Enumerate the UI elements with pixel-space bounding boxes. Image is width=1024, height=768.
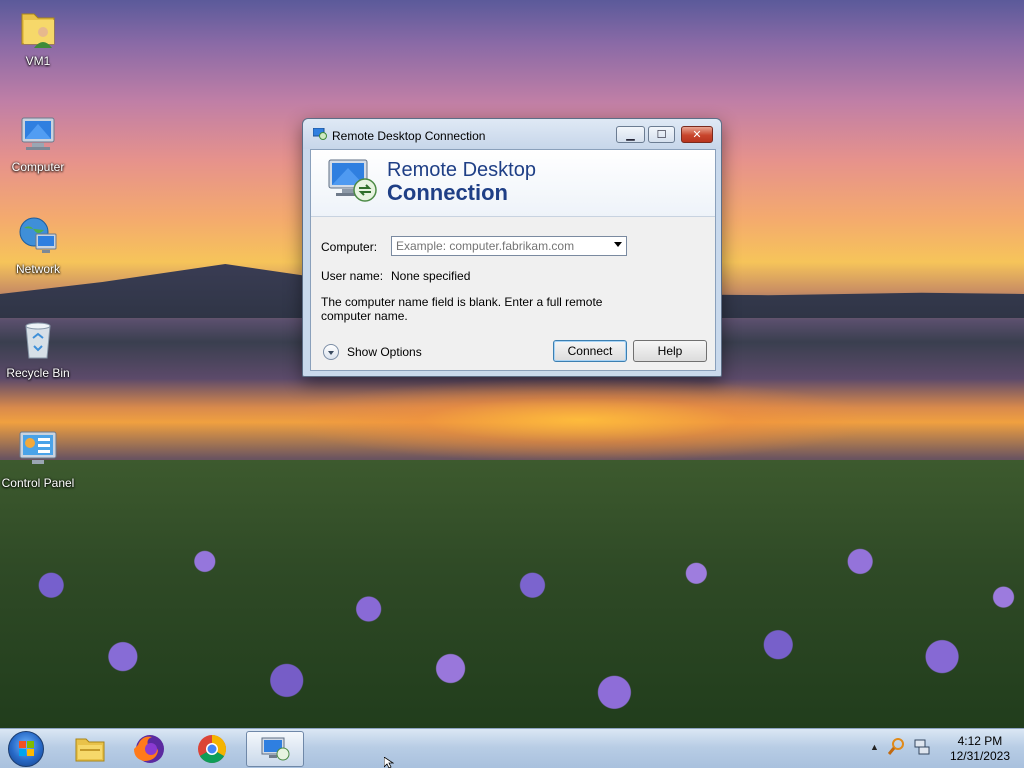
username-value: None specified (391, 269, 471, 283)
show-options-label: Show Options (347, 345, 422, 359)
dialog-banner: Remote Desktop Connection (311, 150, 715, 217)
connect-button[interactable]: Connect (553, 340, 627, 362)
dialog-client-area: Remote Desktop Connection Computer: User… (310, 149, 716, 371)
computer-label: Computer: (321, 240, 378, 254)
expand-options-icon (323, 344, 339, 360)
desktop-icon-label: Computer (11, 160, 65, 174)
start-button[interactable] (8, 731, 44, 767)
desktop-icon-vm1[interactable]: VM1 (0, 6, 76, 68)
network-icon (16, 214, 60, 258)
taskbar: ▲ 4:12 PM 12/31/2023 (0, 728, 1024, 768)
system-tray: ▲ (866, 729, 946, 768)
clock-time: 4:12 PM (957, 734, 1003, 748)
remote-desktop-large-icon (327, 158, 379, 206)
firefox-icon (134, 735, 164, 763)
banner-title-line1: Remote Desktop (387, 159, 536, 181)
minimize-icon: ▁ (626, 129, 635, 141)
maximize-icon: ☐ (656, 129, 667, 141)
taskbar-chrome[interactable] (186, 731, 238, 767)
show-hidden-icons-icon[interactable]: ▲ (870, 742, 879, 752)
network-status-icon[interactable] (914, 739, 930, 760)
banner-title-line2: Connection (387, 180, 508, 205)
taskbar-firefox[interactable] (124, 731, 176, 767)
desktop-icon-computer[interactable]: Computer (0, 112, 76, 174)
taskbar-file-explorer[interactable] (64, 731, 116, 767)
dialog-title: Remote Desktop Connection (332, 129, 486, 143)
dialog-titlebar[interactable]: Remote Desktop Connection ▁ ☐ ✕ (303, 119, 721, 149)
desktop-icon-label: Recycle Bin (6, 366, 70, 380)
help-button[interactable]: Help (633, 340, 707, 362)
wallpaper-reflection (300, 380, 860, 460)
chevron-down-icon[interactable] (614, 242, 622, 247)
close-button[interactable]: ✕ (681, 126, 713, 143)
computer-icon (16, 112, 60, 156)
desktop-icon-label: Control Panel (1, 476, 75, 490)
username-label: User name: (321, 269, 384, 283)
recycle-bin-icon (16, 318, 60, 362)
control-panel-icon (16, 428, 60, 472)
user-folder-icon (16, 6, 60, 50)
taskbar-remote-desktop[interactable] (246, 731, 304, 767)
computer-combobox[interactable] (391, 236, 627, 256)
clock-date: 12/31/2023 (949, 749, 1010, 763)
taskbar-clock[interactable]: 4:12 PM 12/31/2023 (950, 734, 1010, 764)
close-icon: ✕ (692, 129, 702, 141)
desktop-icon-recycle-bin[interactable]: Recycle Bin (0, 318, 76, 380)
remote-desktop-dialog: Remote Desktop Connection ▁ ☐ ✕ Remote D… (302, 118, 722, 377)
desktop-icon-control-panel[interactable]: Control Panel (0, 428, 76, 490)
desktop-icon-network[interactable]: Network (0, 214, 76, 276)
desktop-icon-label: VM1 (25, 54, 51, 68)
desktop-icon-label: Network (15, 262, 60, 276)
maximize-button[interactable]: ☐ (648, 126, 675, 143)
mouse-cursor-icon (384, 757, 394, 768)
file-explorer-icon (75, 738, 105, 762)
chrome-icon (198, 735, 226, 763)
search-icon[interactable] (887, 737, 906, 760)
minimize-button[interactable]: ▁ (616, 126, 645, 143)
remote-desktop-icon (312, 127, 327, 140)
validation-message: The computer name field is blank. Enter … (321, 295, 603, 323)
computer-input[interactable] (394, 238, 608, 254)
remote-desktop-icon (261, 737, 290, 761)
windows-logo-icon (19, 741, 34, 756)
wallpaper-flowers (0, 490, 1024, 728)
